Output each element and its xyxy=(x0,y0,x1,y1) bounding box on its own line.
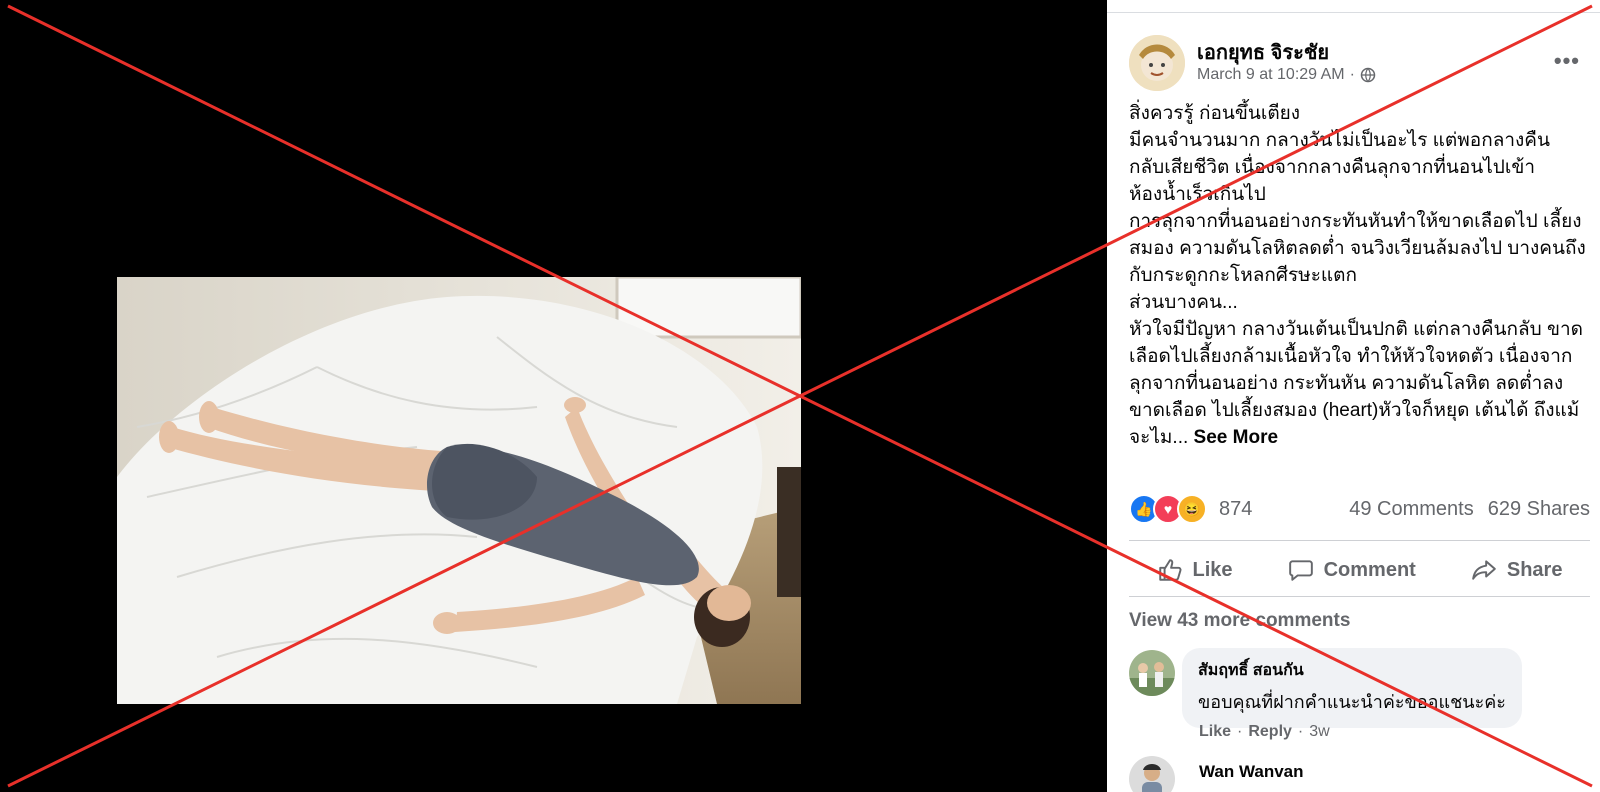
second-commenter-name[interactable]: Wan Wanvan xyxy=(1199,762,1304,782)
share-label: Share xyxy=(1506,558,1563,581)
top-divider xyxy=(1107,12,1600,13)
comment-age[interactable]: 3w xyxy=(1309,723,1329,741)
comment-actions: Like · Reply · 3w xyxy=(1199,723,1330,741)
thumbs-up-icon xyxy=(1158,559,1181,581)
speech-bubble-icon xyxy=(1288,560,1313,581)
share-arrow-icon xyxy=(1472,560,1496,580)
haha-reaction-icon: 😆 xyxy=(1177,494,1207,524)
like-button[interactable]: Like xyxy=(1157,557,1233,583)
share-button[interactable]: Share xyxy=(1471,557,1563,583)
more-options-button[interactable]: ••• xyxy=(1554,48,1580,74)
comment-label: Comment xyxy=(1323,558,1416,581)
second-commenter-avatar[interactable] xyxy=(1129,756,1175,792)
like-label: Like xyxy=(1192,558,1233,581)
post-text: สิ่งควรรู้ ก่อนขึ้นเตียง มีคนจำนวนมาก กล… xyxy=(1129,103,1586,448)
second-commenter-avatar-image xyxy=(1129,756,1175,792)
comments-count[interactable]: 49 Comments xyxy=(1349,498,1474,521)
commenter-name[interactable]: สัมฤทธิ์ สอนกัน xyxy=(1198,658,1506,683)
post-stats: 49 Comments 629 Shares xyxy=(1349,498,1590,521)
comment-bubble: สัมฤทธิ์ สอนกัน ขอบคุณที่ฝากคำแนะนำค่ะขอ… xyxy=(1182,648,1522,728)
avatar-image xyxy=(1129,35,1185,91)
view-more-comments-link[interactable]: View 43 more comments xyxy=(1129,610,1350,632)
photo-woman-on-bed xyxy=(117,277,801,704)
commenter-avatar[interactable] xyxy=(1129,650,1175,696)
comment-actions-separator: · xyxy=(1237,723,1243,740)
post-actions: Like Comment Share xyxy=(1129,550,1590,590)
reaction-count: 874 xyxy=(1219,497,1253,520)
actions-divider xyxy=(1129,596,1590,597)
meta-separator: · xyxy=(1349,66,1355,83)
image-panel xyxy=(0,0,1107,792)
shares-count[interactable]: 629 Shares xyxy=(1488,498,1590,521)
author-avatar[interactable] xyxy=(1129,35,1185,91)
comment-button[interactable]: Comment xyxy=(1288,557,1416,583)
comment-actions-separator-2: · xyxy=(1297,723,1304,740)
comment-like-link[interactable]: Like xyxy=(1199,723,1231,741)
post-photo[interactable] xyxy=(117,277,801,704)
post-meta: March 9 at 10:29 AM · xyxy=(1197,66,1376,84)
comment-text: ขอบคุณที่ฝากคำแนะนำค่ะขออแชนะค่ะ xyxy=(1198,692,1506,712)
see-more-link[interactable]: See More xyxy=(1194,427,1278,448)
post-body: สิ่งควรรู้ ก่อนขึ้นเตียง มีคนจำนวนมาก กล… xyxy=(1129,100,1589,451)
globe-icon[interactable] xyxy=(1360,67,1376,83)
post-timestamp[interactable]: March 9 at 10:29 AM xyxy=(1197,66,1345,84)
stats-divider xyxy=(1129,540,1590,541)
reactions-summary[interactable]: 👍 ♥ 😆 874 xyxy=(1129,494,1252,524)
author-name[interactable]: เอกยุทธ จิระชัย xyxy=(1197,36,1329,68)
comment-reply-link[interactable]: Reply xyxy=(1248,723,1292,741)
commenter-avatar-image xyxy=(1129,650,1175,696)
facebook-post-panel: เอกยุทธ จิระชัย March 9 at 10:29 AM · ••… xyxy=(1107,0,1600,792)
